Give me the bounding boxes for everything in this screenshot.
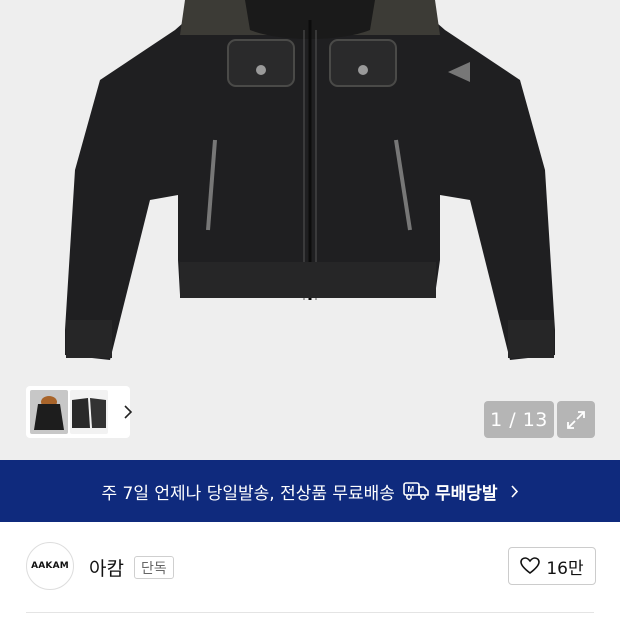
like-button[interactable]: 16만 (508, 547, 596, 585)
delivery-truck-icon: M (403, 482, 429, 500)
expand-icon (567, 410, 585, 429)
like-count: 16만 (546, 558, 584, 579)
thumbnail-jacket-image (34, 396, 64, 430)
thumbnail-strip (26, 386, 133, 438)
truck-letter: M (407, 485, 414, 494)
heart-icon (520, 557, 541, 575)
store-name[interactable]: 아캄 (89, 554, 124, 581)
chevron-right-icon (124, 405, 133, 419)
free-delivery-badge: M 무배당발 (403, 479, 498, 504)
image-counter: 1 / 13 (484, 401, 554, 438)
exclusive-tag: 단독 (134, 556, 174, 579)
store-logo[interactable]: AAKAM (26, 542, 74, 590)
chevron-right-icon (510, 484, 518, 498)
store-info: AAKAM 아캄 단독 16만 (0, 522, 620, 612)
delivery-banner[interactable]: 주 7일 언제나 당일발송, 전상품 무료배송 M 무배당발 (0, 460, 620, 522)
thumbnail-next-button[interactable] (110, 390, 146, 434)
product-image-gallery[interactable]: 1 / 13 (0, 0, 620, 460)
thumbnail-2[interactable] (70, 390, 108, 434)
thumbnail-1[interactable] (30, 390, 68, 434)
delivery-banner-text: 주 7일 언제나 당일발송, 전상품 무료배송 (101, 483, 395, 504)
free-delivery-badge-label: 무배당발 (434, 483, 498, 504)
expand-button[interactable] (557, 401, 595, 438)
thumbnail-jacket-image (72, 398, 106, 428)
section-divider (26, 612, 594, 613)
